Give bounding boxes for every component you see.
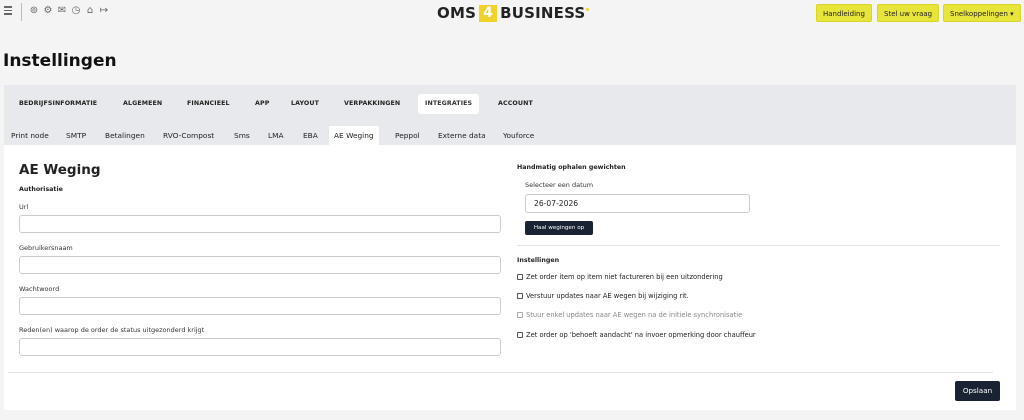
tab-bedrijfsinformatie[interactable]: BEDRIJFSINFORMATIE	[12, 94, 104, 114]
gear-icon[interactable]: ⚙	[43, 5, 53, 17]
option-label: Verstuur updates naar AE wegen bij wijzi…	[526, 292, 689, 300]
divider	[8, 372, 993, 373]
option-needs-attention-after-driver-remark[interactable]: Zet order op 'behoeft aandacht' na invoe…	[517, 331, 756, 339]
url-input[interactable]	[19, 215, 501, 233]
subtab-eba[interactable]: EBA	[298, 126, 323, 145]
tab-account[interactable]: ACCOUNT	[491, 94, 540, 114]
mail-icon[interactable]: ✉	[57, 5, 67, 17]
subtab-youforce[interactable]: Youforce	[498, 126, 539, 145]
tab-financieel[interactable]: FINANCIEEL	[180, 94, 237, 114]
subtab-sms[interactable]: Sms	[229, 126, 255, 145]
subtab-betalingen[interactable]: Betalingen	[100, 126, 150, 145]
option-send-updates-on-trip-change[interactable]: Verstuur updates naar AE wegen bij wijzi…	[517, 292, 689, 300]
settings-panel: BEDRIJFSINFORMATIE ALGEMEEN FINANCIEEL A…	[4, 85, 1016, 410]
tab-layout[interactable]: LAYOUT	[284, 94, 326, 114]
exception-reasons-input[interactable]	[19, 338, 501, 356]
subtab-smtp[interactable]: SMTP	[61, 126, 91, 145]
section-title: AE Weging	[19, 162, 101, 178]
checkbox	[517, 312, 523, 318]
subtab-print-node[interactable]: Print node	[6, 126, 54, 145]
menu-icon[interactable]	[4, 6, 12, 15]
tab-algemeen[interactable]: ALGEMEEN	[116, 94, 169, 114]
shortcuts-button[interactable]: Snelkoppelingen ▾	[943, 4, 1021, 22]
option-no-invoice-on-exception[interactable]: Zet order item op item niet factureren b…	[517, 273, 723, 281]
option-label: Zet order op 'behoeft aandacht' na invoe…	[526, 331, 756, 339]
ask-question-button[interactable]: Stel uw vraag	[877, 4, 940, 22]
checkbox[interactable]	[517, 293, 523, 299]
url-label: Url	[19, 203, 29, 211]
divider	[517, 245, 1000, 246]
logo-text-business: BUSINESS	[500, 4, 586, 22]
toolbar-icons: ⊚ ⚙ ✉ ◷ ⌂ ↦	[29, 5, 109, 17]
auth-title: Authorisatie	[19, 186, 63, 193]
clock-icon[interactable]: ◷	[71, 5, 81, 17]
tab-verpakkingen[interactable]: VERPAKKINGEN	[337, 94, 407, 114]
subtab-peppol[interactable]: Peppol	[390, 126, 425, 145]
manual-button[interactable]: Handleiding	[816, 4, 872, 22]
settings-title: Instellingen	[517, 257, 560, 264]
tab-integraties[interactable]: INTEGRATIES	[418, 94, 480, 114]
subtab-ae-weging[interactable]: AE Weging	[329, 126, 379, 145]
user-icon[interactable]: ⊚	[29, 5, 39, 17]
option-label: Stuur enkel updates naar AE wegen na de …	[526, 311, 743, 319]
checkbox[interactable]	[517, 274, 523, 280]
date-label: Selecteer een datum	[525, 181, 594, 189]
manual-fetch-title: Handmatig ophalen gewichten	[517, 164, 626, 171]
logo-text-oms: OMS	[437, 4, 477, 22]
tab-app[interactable]: APP	[248, 94, 276, 114]
logout-icon[interactable]: ↦	[99, 5, 109, 17]
top-bar: ⊚ ⚙ ✉ ◷ ⌂ ↦ OMS 4 BUSINESS Handleiding S…	[0, 0, 1024, 26]
fetch-weights-button[interactable]: Haal wegingen op	[525, 221, 593, 235]
username-label: Gebruikersnaam	[19, 244, 73, 252]
subtab-rvo-compost[interactable]: RVO-Compost	[158, 126, 219, 145]
page-title: Instellingen	[3, 51, 117, 71]
checkbox[interactable]	[517, 332, 523, 338]
app-logo[interactable]: OMS 4 BUSINESS	[437, 4, 590, 22]
password-label: Wachtwoord	[19, 285, 60, 293]
subtab-externe-data[interactable]: Externe data	[433, 126, 491, 145]
exception-reasons-label: Reden(en) waarop de order de status uitg…	[19, 326, 205, 334]
subtab-lma[interactable]: LMA	[263, 126, 289, 145]
date-input[interactable]: 26-07-2026	[525, 194, 750, 213]
divider	[21, 3, 22, 21]
sitemap-icon[interactable]: ⌂	[85, 5, 95, 17]
password-input[interactable]	[19, 297, 501, 315]
save-button[interactable]: Opslaan	[955, 381, 1000, 401]
option-label: Zet order item op item niet factureren b…	[526, 273, 723, 281]
logo-dot	[586, 7, 590, 11]
username-input[interactable]	[19, 256, 501, 274]
logo-four: 4	[479, 4, 498, 22]
option-updates-after-initial-sync: Stuur enkel updates naar AE wegen na de …	[517, 311, 742, 319]
sub-tabs: Print node SMTP Betalingen RVO-Compost S…	[4, 121, 1016, 145]
main-tabs: BEDRIJFSINFORMATIE ALGEMEEN FINANCIEEL A…	[4, 85, 1016, 121]
